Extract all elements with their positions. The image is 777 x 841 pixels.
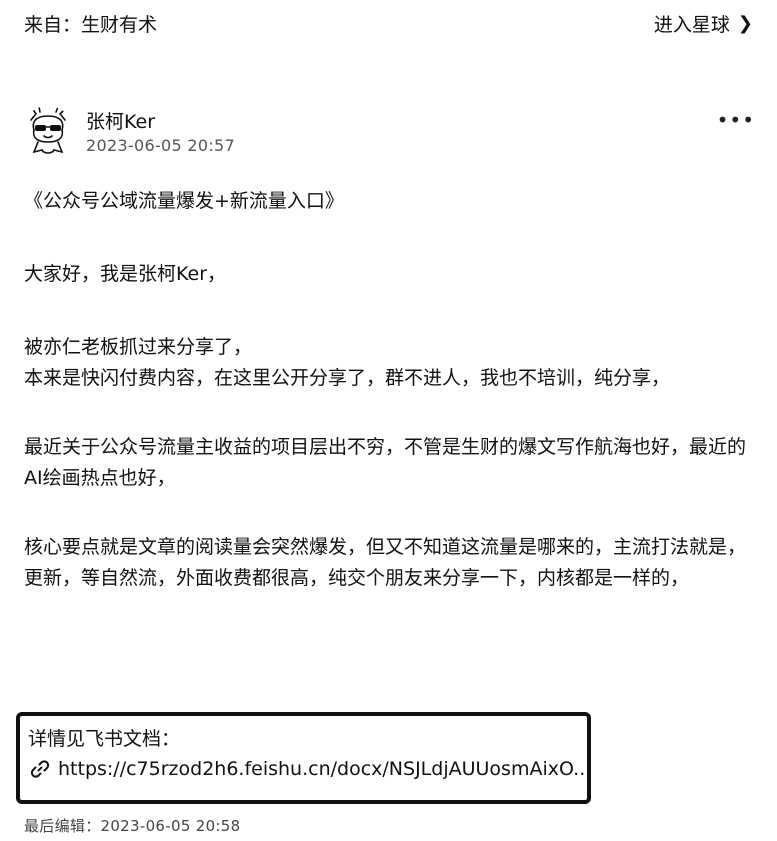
- post-paragraph: 最近关于公众号流量主收益的项目层出不穷，不管是生财的爆文写作航海也好，最近的AI…: [24, 436, 747, 489]
- feishu-doc-link[interactable]: https://c75rzod2h6.feishu.cn/docx/NSJLdj…: [30, 758, 591, 780]
- cat-avatar-icon: [30, 106, 66, 154]
- post-content: 《公众号公域流量爆发+新流量入口》 大家好，我是张柯Ker， 被亦仁老板抓过来分…: [24, 186, 759, 594]
- last-edited: 最后编辑：2023-06-05 20:58: [24, 817, 241, 835]
- post-paragraph: 核心要点就是文章的阅读量会突然爆发，但又不知道这流量是哪来的，主流打法就是，更新…: [24, 536, 747, 589]
- avatar[interactable]: [22, 106, 74, 158]
- post-paragraph: 大家好，我是张柯Ker，: [24, 263, 227, 285]
- author-name[interactable]: 张柯Ker: [86, 107, 155, 134]
- post-paragraph: 本来是快闪付费内容，在这里公开分享了，群不进人，我也不培训，纯分享，: [24, 367, 671, 389]
- doc-url: https://c75rzod2h6.feishu.cn/docx/NSJLdj…: [58, 758, 592, 780]
- link-icon: [30, 760, 50, 778]
- enter-planet-link[interactable]: 进入星球 ❯: [654, 10, 753, 37]
- doc-link-box: 详情见飞书文档： https://c75rzod2h6.feishu.cn/do…: [16, 712, 591, 804]
- top-bar: 来自：生财有术 进入星球 ❯: [0, 0, 777, 46]
- chevron-right-icon: ❯: [737, 13, 753, 34]
- more-horizontal-icon[interactable]: •••: [717, 108, 755, 132]
- post-paragraph: 被亦仁老板抓过来分享了，: [24, 336, 253, 358]
- post-title: 《公众号公域流量爆发+新流量入口》: [24, 190, 344, 212]
- post-timestamp: 2023-06-05 20:57: [86, 136, 235, 155]
- doc-label: 详情见飞书文档：: [28, 728, 181, 750]
- enter-planet-label: 进入星球: [653, 14, 730, 36]
- author-header: 张柯Ker 2023-06-05 20:57 •••: [22, 104, 755, 162]
- source-label: 来自：生财有术: [24, 14, 158, 36]
